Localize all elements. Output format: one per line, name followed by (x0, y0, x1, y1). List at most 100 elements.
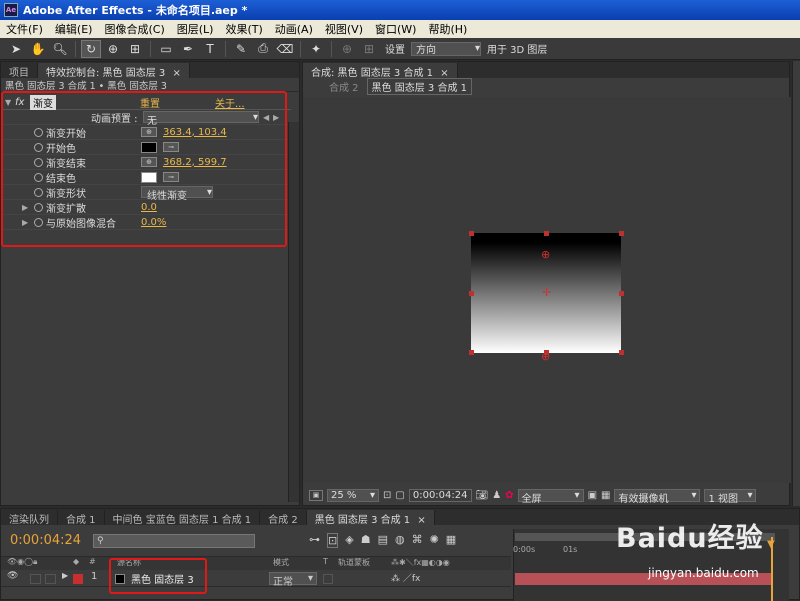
direction-value: 方向 (416, 45, 436, 56)
tab-project[interactable]: 项目 (1, 63, 38, 79)
menu-window[interactable]: 窗口(W) (369, 21, 422, 37)
ruler-1s-label: 01s (563, 545, 578, 554)
show-snapshot-icon[interactable]: ♟ (492, 490, 501, 501)
layer-handle[interactable] (619, 231, 624, 236)
rectangle-mask-tool-icon[interactable]: ▭ (156, 40, 176, 58)
menu-layer[interactable]: 图层(L) (171, 21, 220, 37)
pen-tool-icon[interactable]: ✒ (178, 40, 198, 58)
brush-tool-icon[interactable]: ✎ (231, 40, 251, 58)
direction-dropdown[interactable]: 方向 ▾ (411, 41, 481, 56)
ramp-end-point-icon[interactable]: ⊕ (541, 350, 550, 363)
clone-stamp-tool-icon[interactable]: ⎙ (253, 40, 273, 58)
highlight-box (1, 91, 287, 247)
set-label: 设置 (385, 45, 405, 56)
eraser-tool-icon[interactable]: ⌫ (275, 40, 295, 58)
tab-composition[interactable]: 合成: 黑色 固态层 3 合成 1 × (303, 63, 458, 79)
motion-blur-icon[interactable]: ◍ (395, 533, 405, 548)
zoom-value: 25 % (331, 489, 357, 501)
layer-switches-icons[interactable]: ⁂ ／fx (391, 571, 420, 584)
layer-handle[interactable] (544, 231, 549, 236)
live-update-icon[interactable]: ⊡ (327, 533, 339, 548)
selection-tool-icon[interactable]: ➤ (6, 40, 26, 58)
menu-bar: 文件(F) 编辑(E) 图像合成(C) 图层(L) 效果(T) 动画(A) 视图… (0, 20, 800, 38)
title-safe-icon[interactable]: ⊡ (383, 490, 391, 501)
view-layout-dropdown[interactable]: 1 视图 ▾ (704, 488, 757, 505)
viewer-timecode[interactable]: 0:00:04:24 (408, 488, 472, 502)
zoom-tool-icon[interactable]: 🔍︎ (50, 40, 70, 58)
camera-dropdown[interactable]: 有效摄像机 ▾ (614, 488, 701, 505)
layer-handle[interactable] (619, 291, 624, 296)
current-time[interactable]: 0:00:04:24 (10, 533, 81, 548)
tab-render-queue[interactable]: 渲染队列 (1, 510, 58, 526)
chevron-down-icon: ▾ (574, 489, 580, 501)
layer-handle[interactable] (469, 291, 474, 296)
axis-mode-icon[interactable]: ⊕ (337, 40, 357, 58)
composition-panel: 合成: 黑色 固态层 3 合成 1 × 合成 2 黑色 固态层 3 合成 1 ⊕… (302, 61, 791, 506)
camera-value: 有效摄像机 (618, 493, 669, 505)
channel-icon[interactable]: ✿ (505, 490, 513, 501)
layer-handle[interactable] (619, 350, 624, 355)
menu-edit[interactable]: 编辑(E) (49, 21, 99, 37)
brainstorm-icon[interactable]: ✺ (430, 533, 439, 548)
rotate-tool-icon[interactable]: ↻ (81, 39, 101, 58)
app-icon: Ae (4, 3, 18, 17)
tab-effect-controls[interactable]: 特效控制台: 黑色 固态层 3 × (38, 63, 190, 79)
label-color-swatch[interactable] (73, 574, 83, 584)
layer-search-input[interactable]: ⚲ (93, 534, 255, 548)
close-icon[interactable]: × (417, 515, 425, 526)
toolbar-divider (331, 40, 332, 57)
zoom-dropdown[interactable]: 25 % ▾ (327, 488, 379, 502)
col-mode: 模式 (273, 558, 289, 567)
tab-solid-3-comp[interactable]: 黑色 固态层 3 合成 1 × (306, 510, 435, 526)
toolbar-divider (75, 40, 76, 57)
ramp-start-point-icon[interactable]: ⊕ (541, 248, 550, 261)
menu-effect[interactable]: 效果(T) (219, 21, 268, 37)
region-of-interest-icon[interactable]: ▣ (588, 490, 597, 501)
chevron-down-icon: ▾ (369, 489, 375, 501)
layer-index: 1 (91, 571, 98, 582)
tab-comp-1[interactable]: 合成 1 (58, 510, 105, 526)
solo-toggle[interactable] (30, 574, 41, 584)
scrollbar[interactable] (288, 122, 299, 502)
layer-handle[interactable] (469, 231, 474, 236)
comp-mini-flowchart-icon[interactable]: ⊶ (309, 533, 320, 548)
resolution-dropdown[interactable]: 全屏 ▾ (517, 488, 584, 505)
graph-editor-icon[interactable]: ⌘ (412, 533, 423, 548)
snapshot-icon[interactable]: 📷︎ (476, 490, 489, 501)
layer-row[interactable]: 👁︎ ▶ 1 黑色 固态层 3 正常 ▾ ⁂ ／fx (1, 571, 511, 588)
menu-help[interactable]: 帮助(H) (422, 21, 473, 37)
tab-mid-blue-comp[interactable]: 中间色 宝蓝色 固态层 1 合成 1 (105, 510, 261, 526)
tab-comp-2[interactable]: 合成 2 (260, 510, 307, 526)
menu-animation[interactable]: 动画(A) (269, 21, 319, 37)
render-icon[interactable]: ▦ (446, 533, 456, 548)
world-axis-icon[interactable]: ⊞ (359, 40, 379, 58)
text-tool-icon[interactable]: T (200, 40, 220, 58)
puppet-pin-tool-icon[interactable]: ✦ (306, 40, 326, 58)
menu-file[interactable]: 文件(F) (0, 21, 49, 37)
mask-shape-icon[interactable]: ▢ (395, 490, 404, 501)
playhead-icon[interactable]: ▼ (767, 539, 775, 550)
draft-3d-icon[interactable]: ◈ (345, 533, 353, 548)
preserve-transparency-toggle[interactable] (323, 574, 333, 584)
close-icon[interactable]: × (172, 68, 180, 79)
title-bar: Ae Adobe After Effects - 未命名项目.aep * (0, 0, 800, 20)
lock-toggle[interactable] (45, 574, 56, 584)
transparency-grid-icon[interactable]: ▦ (601, 490, 610, 501)
always-preview-icon[interactable]: ▣ (309, 489, 323, 501)
orbit-camera-tool-icon[interactable]: ⊕ (103, 40, 123, 58)
anchor-point-icon[interactable]: ✛ (542, 286, 551, 299)
pan-behind-tool-icon[interactable]: ⊞ (125, 40, 145, 58)
expand-triangle-icon[interactable]: ▶ (62, 571, 68, 580)
blend-mode-dropdown[interactable]: 正常 ▾ (269, 572, 317, 588)
subtab-solid-comp[interactable]: 黑色 固态层 3 合成 1 (366, 77, 472, 95)
col-t: T (323, 557, 328, 566)
layer-handle[interactable] (469, 350, 474, 355)
frame-blending-icon[interactable]: ▤ (378, 533, 388, 548)
menu-view[interactable]: 视图(V) (319, 21, 369, 37)
menu-composition[interactable]: 图像合成(C) (98, 21, 170, 37)
shy-layers-icon[interactable]: ☗ (361, 533, 371, 548)
hand-tool-icon[interactable]: ✋ (28, 40, 48, 58)
subtab-comp-2[interactable]: 合成 2 (329, 79, 359, 94)
toolbar-divider (150, 40, 151, 57)
eye-icon[interactable]: 👁︎ (7, 571, 18, 581)
